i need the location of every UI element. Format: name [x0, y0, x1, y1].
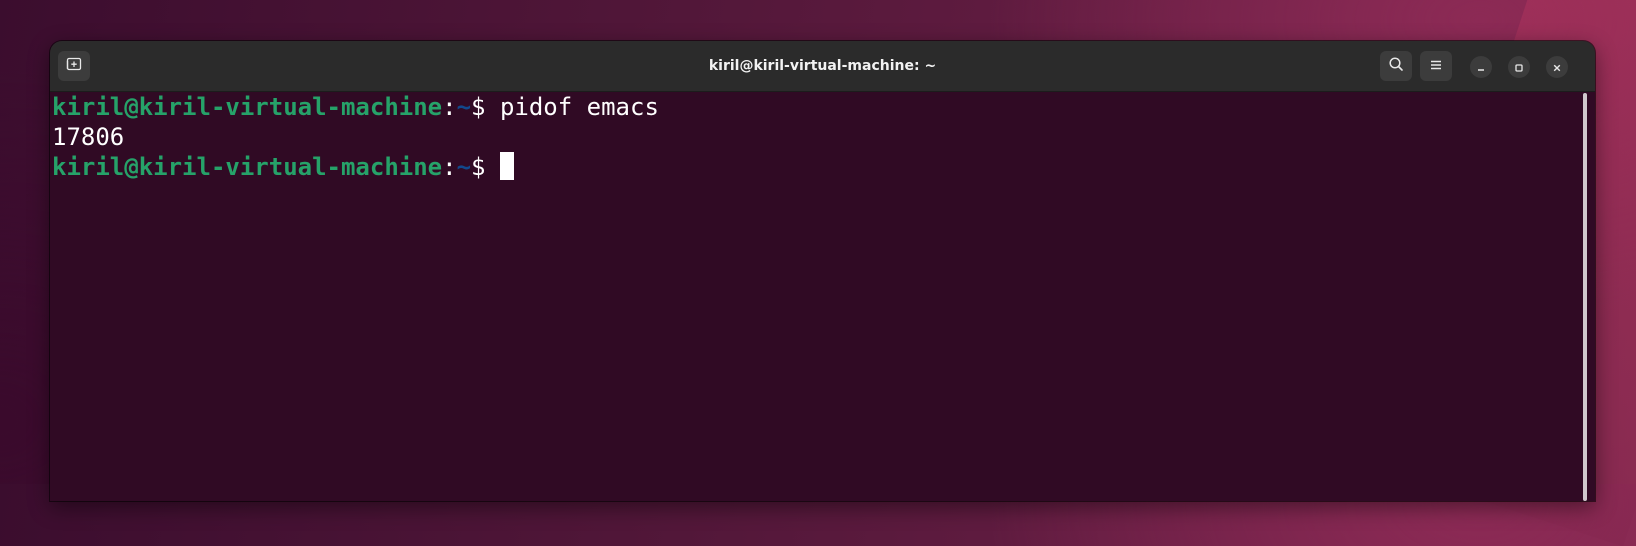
prompt-colon: :: [442, 93, 457, 121]
terminal-line-3: kiril@kiril-virtual-machine:~$: [52, 152, 1595, 182]
text-cursor: [499, 152, 514, 180]
terminal-area[interactable]: kiril@kiril-virtual-machine:~$ pidof ema…: [50, 92, 1595, 501]
minimize-button[interactable]: [1470, 56, 1492, 78]
prompt-path: ~: [456, 153, 472, 181]
command-output: 17806: [52, 123, 125, 151]
minimize-icon: [1476, 58, 1486, 77]
prompt-user-host: kiril@kiril-virtual-machine: [52, 93, 443, 121]
window-title: kiril@kiril-virtual-machine: ~: [708, 58, 937, 74]
prompt-symbol: $: [471, 93, 500, 121]
headerbar: kiril@kiril-virtual-machine: ~: [50, 41, 1595, 92]
prompt-user-host: kiril@kiril-virtual-machine: [52, 153, 443, 181]
prompt-colon: :: [442, 153, 457, 181]
close-icon: [1552, 58, 1562, 77]
search-icon: [1388, 56, 1404, 76]
scrollbar[interactable]: [1583, 93, 1587, 501]
prompt-path: ~: [456, 93, 472, 121]
maximize-icon: [1514, 58, 1524, 77]
command-text: pidof emacs: [499, 93, 659, 121]
menu-button[interactable]: [1420, 51, 1452, 81]
maximize-button[interactable]: [1508, 56, 1530, 78]
close-button[interactable]: [1546, 56, 1568, 78]
prompt-symbol: $: [471, 153, 500, 181]
terminal-window: kiril@kiril-virtual-machine: ~ kiril@kir…: [50, 41, 1595, 501]
terminal-line-2: 17806: [52, 122, 1595, 152]
hamburger-menu-icon: [1429, 57, 1443, 76]
search-button[interactable]: [1380, 51, 1412, 81]
terminal-line-1: kiril@kiril-virtual-machine:~$ pidof ema…: [52, 92, 1595, 122]
